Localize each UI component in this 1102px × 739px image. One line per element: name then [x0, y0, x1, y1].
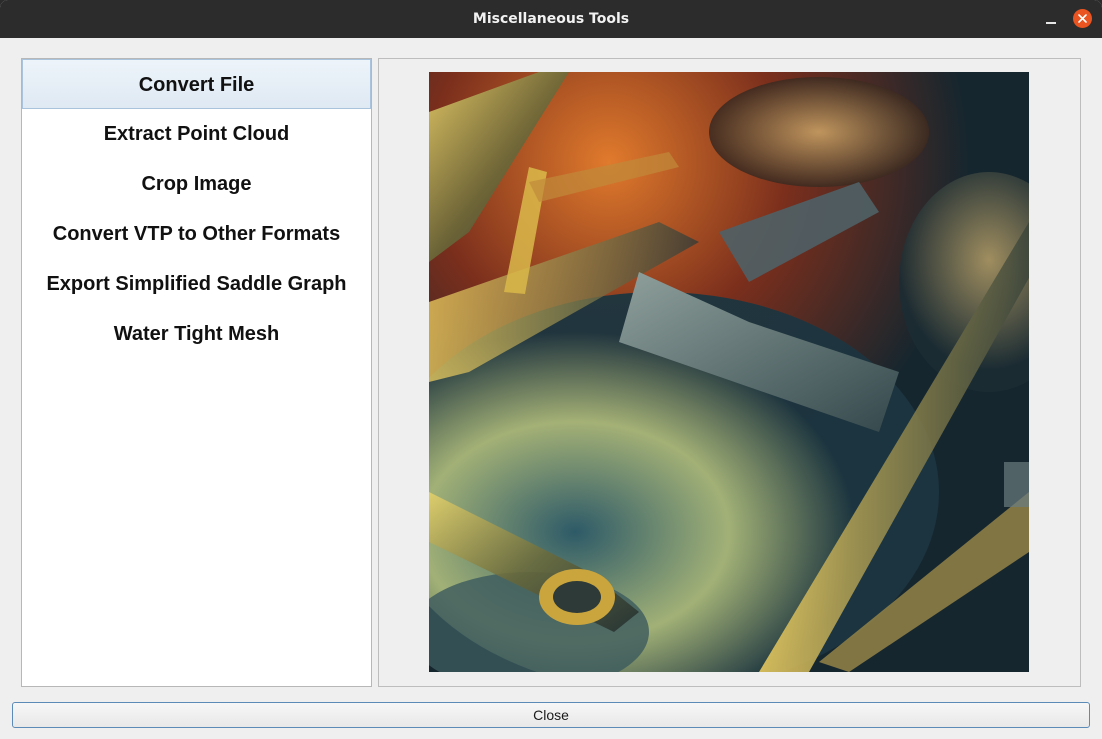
- list-item-extract-point-cloud[interactable]: Extract Point Cloud: [22, 109, 371, 159]
- window-close-button[interactable]: [1073, 9, 1092, 28]
- list-item-label: Export Simplified Saddle Graph: [46, 273, 347, 295]
- preview-panel: [378, 58, 1081, 687]
- minimize-button[interactable]: [1041, 9, 1061, 29]
- list-item-label: Extract Point Cloud: [103, 123, 290, 145]
- close-button[interactable]: Close: [12, 702, 1090, 728]
- tools-list[interactable]: Convert File Extract Point Cloud Crop Im…: [21, 58, 372, 687]
- title-bar: Miscellaneous Tools: [0, 0, 1102, 38]
- list-item-crop-image[interactable]: Crop Image: [22, 159, 371, 209]
- window-title: Miscellaneous Tools: [472, 11, 630, 27]
- list-item-label: Convert VTP to Other Formats: [52, 223, 341, 245]
- preview-image: [429, 72, 1029, 672]
- list-item-label: Crop Image: [141, 173, 252, 195]
- miscellaneous-tools-window: Miscellaneous Tools Convert File Extract…: [0, 0, 1102, 739]
- tools-illustration: [429, 72, 1029, 672]
- list-item-export-saddle-graph[interactable]: Export Simplified Saddle Graph: [22, 259, 371, 309]
- list-item-label: Water Tight Mesh: [113, 323, 280, 345]
- close-icon: [1078, 14, 1087, 23]
- list-item-convert-vtp[interactable]: Convert VTP to Other Formats: [22, 209, 371, 259]
- list-item-label: Convert File: [138, 74, 255, 96]
- minimize-icon: [1046, 22, 1056, 24]
- list-item-water-tight-mesh[interactable]: Water Tight Mesh: [22, 309, 371, 359]
- list-item-convert-file[interactable]: Convert File: [22, 59, 371, 109]
